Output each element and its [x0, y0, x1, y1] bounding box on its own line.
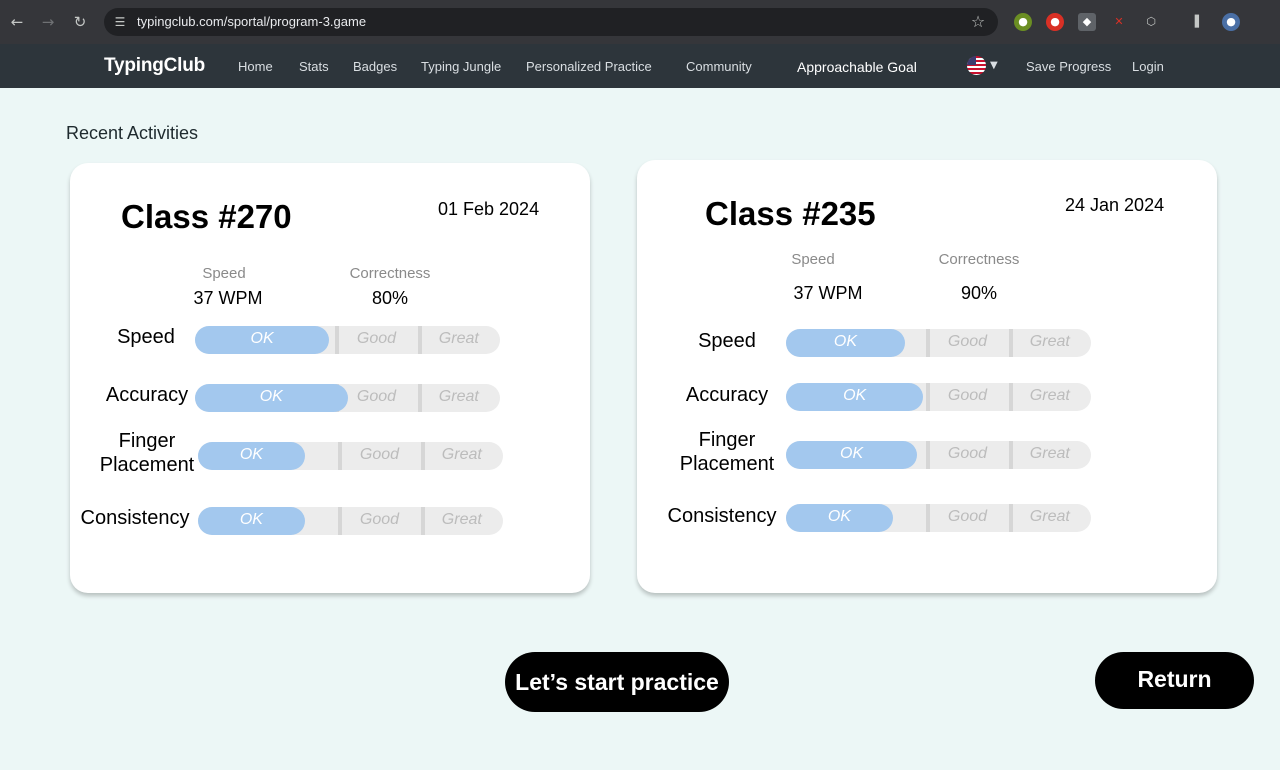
- correctness-stat-value: 90%: [960, 283, 998, 303]
- nav-community[interactable]: Community: [686, 59, 752, 74]
- site-logo[interactable]: TypingClub: [104, 55, 205, 77]
- correctness-stat-value: 80%: [371, 288, 409, 308]
- activity-card: Class #235 24 Jan 2024 Speed 37 WPM Corr…: [637, 160, 1217, 593]
- consistency-level-bar: OK Good Great: [786, 504, 1091, 532]
- consistency-level-bar: OK Good Great: [198, 507, 503, 535]
- speed-level-bar: OK Good Great: [786, 329, 1091, 357]
- address-bar[interactable]: ☰ typingclub.com/sportal/program-3.game …: [104, 8, 998, 36]
- nav-personalized-practice[interactable]: Personalized Practice: [526, 59, 652, 74]
- site-navbar: TypingClub Home Stats Badges Typing Jung…: [0, 44, 1280, 88]
- nav-stats[interactable]: Stats: [299, 59, 329, 74]
- speed-stat-label: Speed: [202, 265, 246, 282]
- correctness-stat-label: Correctness: [938, 251, 1020, 268]
- side-panel-icon[interactable]: ▌: [1190, 13, 1208, 31]
- profile-avatar[interactable]: ●: [1222, 13, 1240, 31]
- metric-label-line1: Finger: [118, 430, 176, 452]
- back-icon[interactable]: ←: [7, 12, 27, 32]
- class-title: Class #270: [121, 198, 292, 235]
- extension-icon[interactable]: ●: [1014, 13, 1032, 31]
- extension-icon[interactable]: ✕: [1110, 13, 1128, 31]
- level-label-good: Good: [947, 387, 988, 404]
- speed-level-bar: OK Good Great: [195, 326, 500, 354]
- return-button[interactable]: Return: [1095, 652, 1254, 709]
- level-label-great: Great: [441, 446, 482, 463]
- level-label-great: Great: [1029, 508, 1070, 525]
- metric-label-speed: Speed: [698, 330, 756, 352]
- activity-card: Class #270 01 Feb 2024 Speed 37 WPM Corr…: [70, 163, 590, 593]
- level-label-good: Good: [359, 446, 400, 463]
- level-label-ok: OK: [239, 511, 263, 528]
- level-label-ok: OK: [250, 330, 274, 347]
- metric-label-speed: Speed: [117, 326, 175, 348]
- finger-placement-level-bar: OK Good Great: [786, 441, 1091, 469]
- level-label-good: Good: [947, 508, 988, 525]
- start-practice-button[interactable]: Let’s start practice: [505, 652, 729, 712]
- puzzle-icon[interactable]: ⬡: [1142, 13, 1160, 31]
- class-date: 01 Feb 2024: [438, 199, 540, 219]
- level-label-great: Great: [438, 388, 479, 405]
- metric-label-finger-placement: Finger Placement: [92, 429, 202, 477]
- level-label-good: Good: [356, 330, 397, 347]
- browser-toolbar: ← → ↻ ☰ typingclub.com/sportal/program-3…: [0, 0, 1280, 44]
- level-label-great: Great: [438, 330, 479, 347]
- level-label-good: Good: [359, 511, 400, 528]
- forward-icon[interactable]: →: [38, 12, 58, 32]
- nav-home[interactable]: Home: [238, 59, 273, 74]
- chevron-down-icon[interactable]: ▼: [990, 60, 998, 71]
- metric-label-line2: Placement: [679, 453, 775, 475]
- level-label-great: Great: [1029, 333, 1070, 350]
- section-title: Recent Activities: [66, 123, 199, 143]
- level-label-good: Good: [947, 445, 988, 462]
- level-label-great: Great: [441, 511, 482, 528]
- login-link[interactable]: Login: [1132, 59, 1164, 74]
- reload-icon[interactable]: ↻: [70, 12, 90, 32]
- extension-icon[interactable]: ●: [1046, 13, 1064, 31]
- level-label-ok: OK: [840, 445, 864, 462]
- bookmark-star-icon[interactable]: ☆: [968, 12, 988, 32]
- speed-stat-label: Speed: [791, 251, 835, 268]
- speed-stat-value: 37 WPM: [793, 283, 863, 303]
- level-label-ok: OK: [259, 388, 283, 405]
- goal-selector[interactable]: Approachable Goal: [797, 59, 917, 75]
- level-label-ok: OK: [239, 446, 263, 463]
- metric-label-line1: Finger: [698, 429, 756, 451]
- metric-label-accuracy: Accuracy: [105, 384, 189, 406]
- metric-label-consistency: Consistency: [80, 507, 190, 529]
- metric-label-line2: Placement: [99, 454, 195, 476]
- level-label-great: Great: [1029, 387, 1070, 404]
- level-label-good: Good: [356, 388, 397, 405]
- class-title: Class #235: [705, 195, 876, 232]
- save-progress-link[interactable]: Save Progress: [1026, 59, 1111, 74]
- speed-stat-value: 37 WPM: [193, 288, 263, 308]
- correctness-stat-label: Correctness: [349, 265, 431, 282]
- metric-label-finger-placement: Finger Placement: [672, 428, 782, 476]
- shield-icon[interactable]: ◆: [1078, 13, 1096, 31]
- metric-label-consistency: Consistency: [667, 505, 777, 527]
- level-label-ok: OK: [827, 508, 851, 525]
- metric-label-accuracy: Accuracy: [685, 384, 769, 406]
- level-label-ok: OK: [843, 387, 867, 404]
- accuracy-level-bar: OK Good Great: [195, 384, 500, 412]
- class-date: 24 Jan 2024: [1065, 195, 1165, 215]
- nav-typing-jungle[interactable]: Typing Jungle: [421, 59, 501, 74]
- language-flag-icon[interactable]: [967, 56, 986, 75]
- url-text[interactable]: typingclub.com/sportal/program-3.game: [137, 14, 366, 29]
- accuracy-level-bar: OK Good Great: [786, 383, 1091, 411]
- level-label-great: Great: [1029, 445, 1070, 462]
- nav-badges[interactable]: Badges: [353, 59, 397, 74]
- finger-placement-level-bar: OK Good Great: [198, 442, 503, 470]
- level-label-ok: OK: [833, 333, 858, 350]
- site-settings-icon[interactable]: ☰: [112, 14, 128, 30]
- level-label-good: Good: [947, 333, 988, 350]
